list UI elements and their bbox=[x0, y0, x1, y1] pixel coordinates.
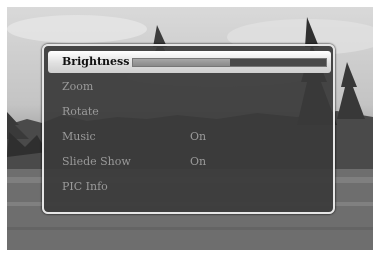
menu-item-label: Zoom bbox=[62, 80, 94, 93]
menu-item-label: Rotate bbox=[62, 105, 99, 118]
menu-item-pic-info[interactable]: PIC Info bbox=[48, 176, 331, 198]
menu-item-label: PIC Info bbox=[62, 180, 108, 193]
menu-item-value: On bbox=[190, 130, 207, 143]
menu-item-brightness[interactable]: Brightness bbox=[48, 51, 331, 73]
tv-screen: Brightness Zoom Rotate Music On Sliede S… bbox=[0, 0, 379, 254]
brightness-slider-fill bbox=[133, 59, 230, 66]
settings-menu: Brightness Zoom Rotate Music On Sliede S… bbox=[42, 44, 335, 214]
menu-item-label: Music bbox=[62, 130, 96, 143]
menu-item-music[interactable]: Music On bbox=[48, 126, 331, 148]
menu-item-zoom[interactable]: Zoom bbox=[48, 76, 331, 98]
menu-item-label: Sliede Show bbox=[62, 155, 131, 168]
menu-item-slide-show[interactable]: Sliede Show On bbox=[48, 151, 331, 173]
menu-item-value: On bbox=[190, 155, 207, 168]
brightness-slider[interactable] bbox=[132, 58, 327, 67]
menu-item-label: Brightness bbox=[62, 55, 130, 68]
menu-item-rotate[interactable]: Rotate bbox=[48, 101, 331, 123]
